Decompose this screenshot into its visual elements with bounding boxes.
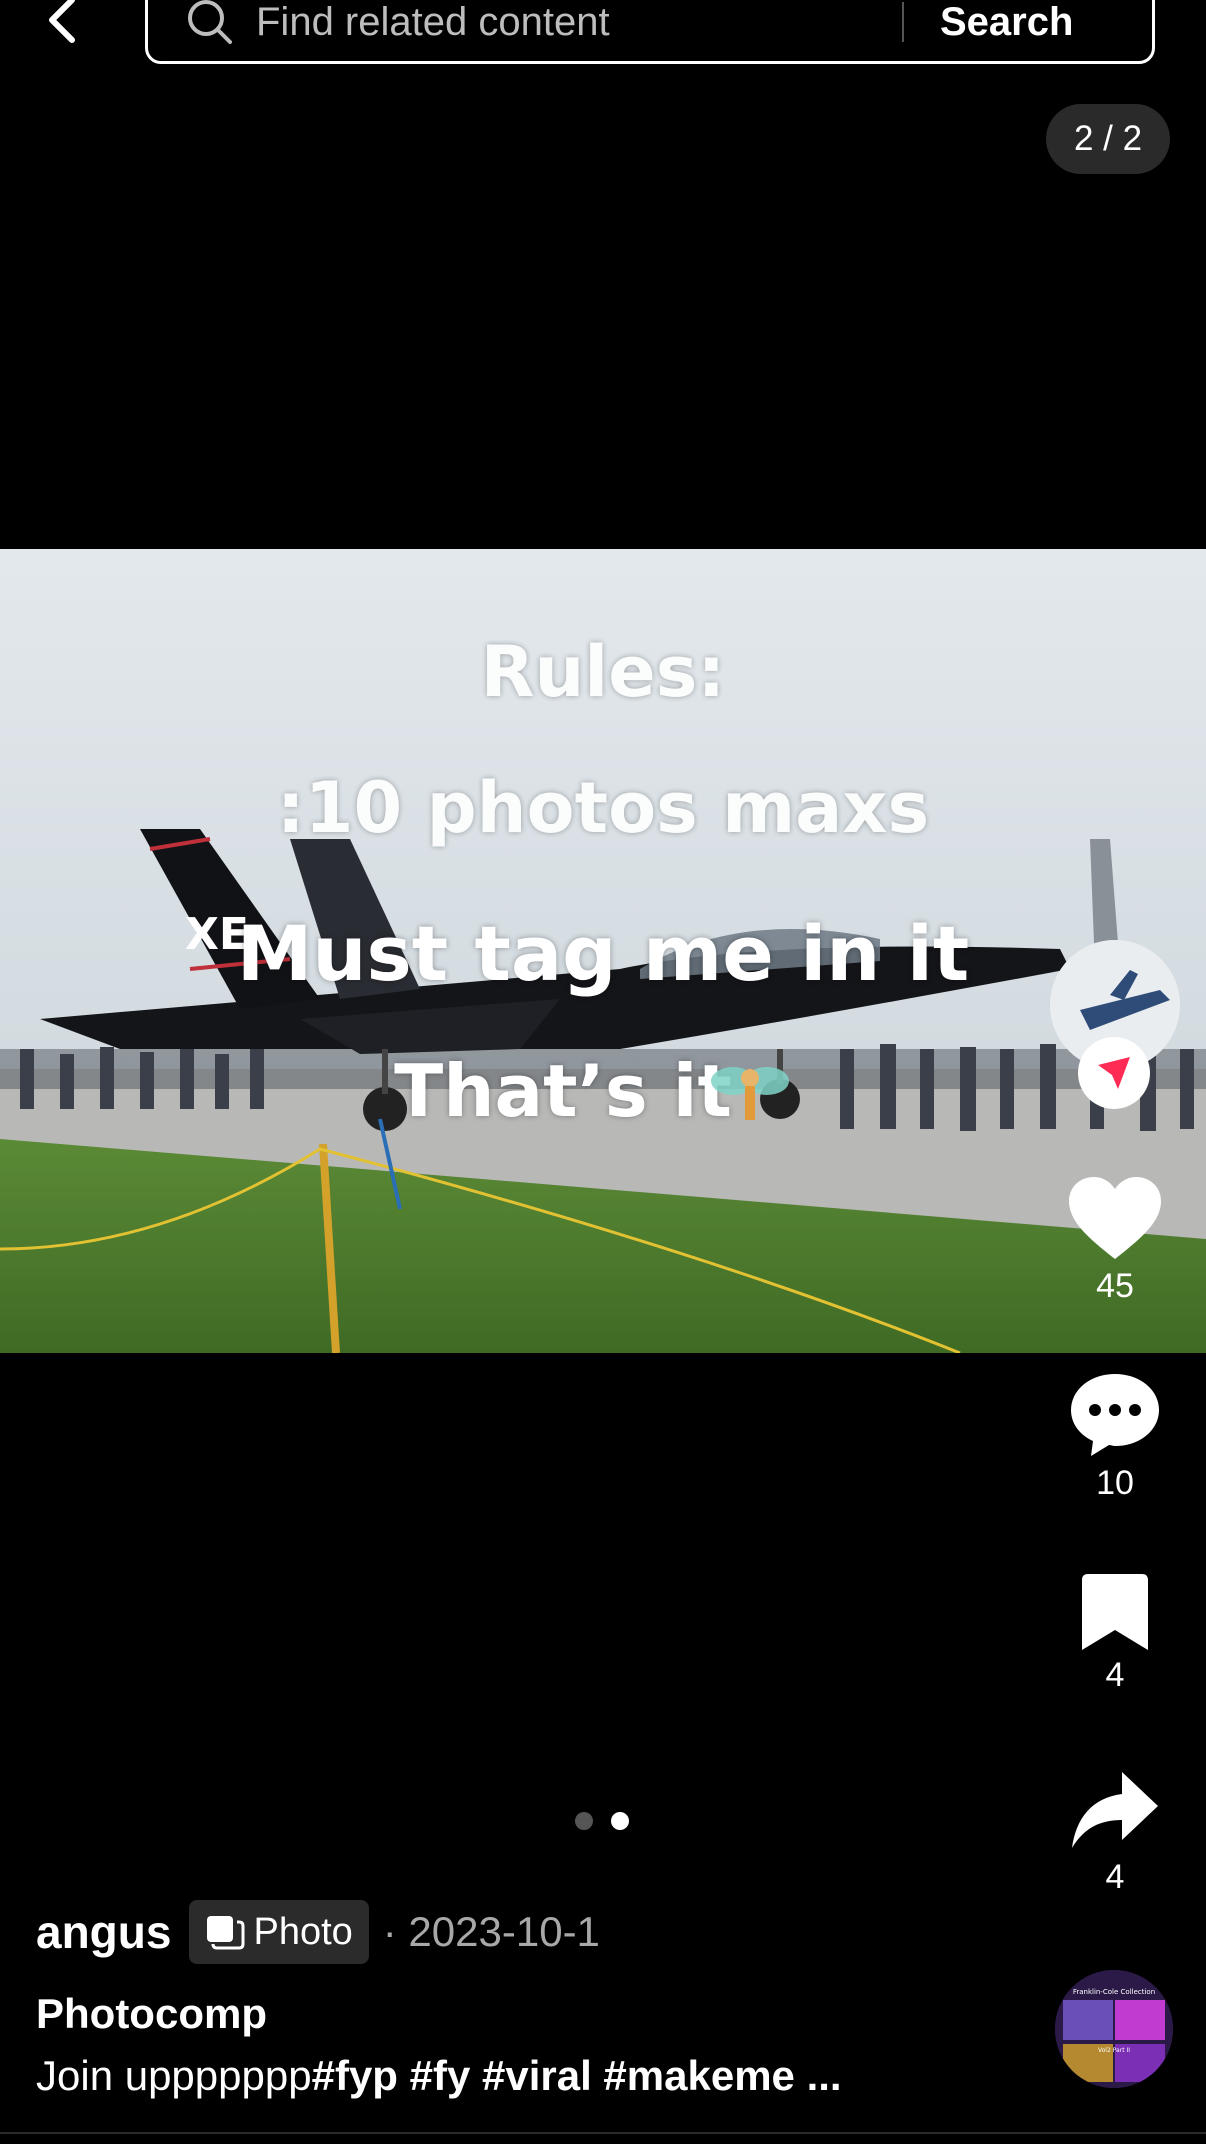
bottom-divider (0, 2132, 1206, 2134)
pager-dot-2[interactable] (611, 1812, 629, 1830)
photo-type-badge: Photo (189, 1900, 369, 1964)
type-badge-label: Photo (253, 1910, 353, 1953)
like-button[interactable]: 45 (1050, 1175, 1180, 1306)
search-button[interactable]: Search (940, 0, 1073, 45)
chevron-left-icon (49, 0, 75, 43)
save-count: 4 (1105, 1656, 1125, 1694)
music-disc-subtitle: Vol2 Part II (1098, 2047, 1130, 2054)
post-caption[interactable]: Join uppppppp#fyp #fy #viral #makeme ... (36, 2052, 842, 2100)
share-arrow-icon (1072, 1772, 1158, 1848)
music-disc[interactable]: Franklin-Cole Collection Vol2 Part II (1055, 1970, 1173, 2088)
save-button[interactable]: 4 (1050, 1574, 1180, 1695)
caption-text: Join uppppppp (36, 2052, 312, 2099)
photo-stack-icon (207, 1916, 245, 1950)
page-counter: 2 / 2 (1046, 104, 1170, 174)
author-name[interactable]: angus (36, 1905, 171, 1959)
photo-text-line-4: That’s it (394, 1049, 732, 1133)
like-count: 45 (1096, 1267, 1134, 1305)
caption-hashtags[interactable]: #fyp #fy #viral #makeme ... (312, 2052, 842, 2099)
back-button[interactable] (40, 0, 90, 46)
heart-icon (1069, 1177, 1161, 1259)
fairy-emoji-icon (711, 1067, 789, 1120)
search-input[interactable] (256, 0, 896, 45)
music-disc-title: Franklin-Cole Collection (1073, 1988, 1155, 1996)
author-row: angus Photo · 2023-10-1 (36, 1898, 600, 1966)
photo-text-line-3: Must tag me in it (236, 909, 970, 998)
bookmark-icon (1082, 1574, 1148, 1650)
photo-text-line-1: Rules: (480, 631, 726, 713)
music-cover-image: Franklin-Cole Collection Vol2 Part II (1055, 1970, 1173, 2088)
comment-bubble-icon (1071, 1374, 1159, 1456)
pager-dots (575, 1812, 629, 1830)
send-plane-icon (1098, 1057, 1130, 1089)
comment-count: 10 (1096, 1464, 1134, 1502)
photo-text-line-2: :10 photos maxs (276, 767, 930, 849)
share-count: 4 (1105, 1858, 1125, 1896)
post-title: Photocomp (36, 1990, 267, 2037)
share-button[interactable]: 4 (1050, 1770, 1180, 1897)
follow-button[interactable] (1078, 1037, 1150, 1109)
post-date: · 2023-10-1 (382, 1908, 600, 1955)
post-photo[interactable]: XE Rules: :10 photos maxs Must tag me in… (0, 549, 1206, 1353)
search-bar: Search (145, 0, 1155, 64)
search-icon (188, 0, 232, 44)
pager-dot-1[interactable] (575, 1812, 593, 1830)
search-divider (902, 2, 904, 42)
comment-button[interactable]: 10 (1050, 1372, 1180, 1503)
